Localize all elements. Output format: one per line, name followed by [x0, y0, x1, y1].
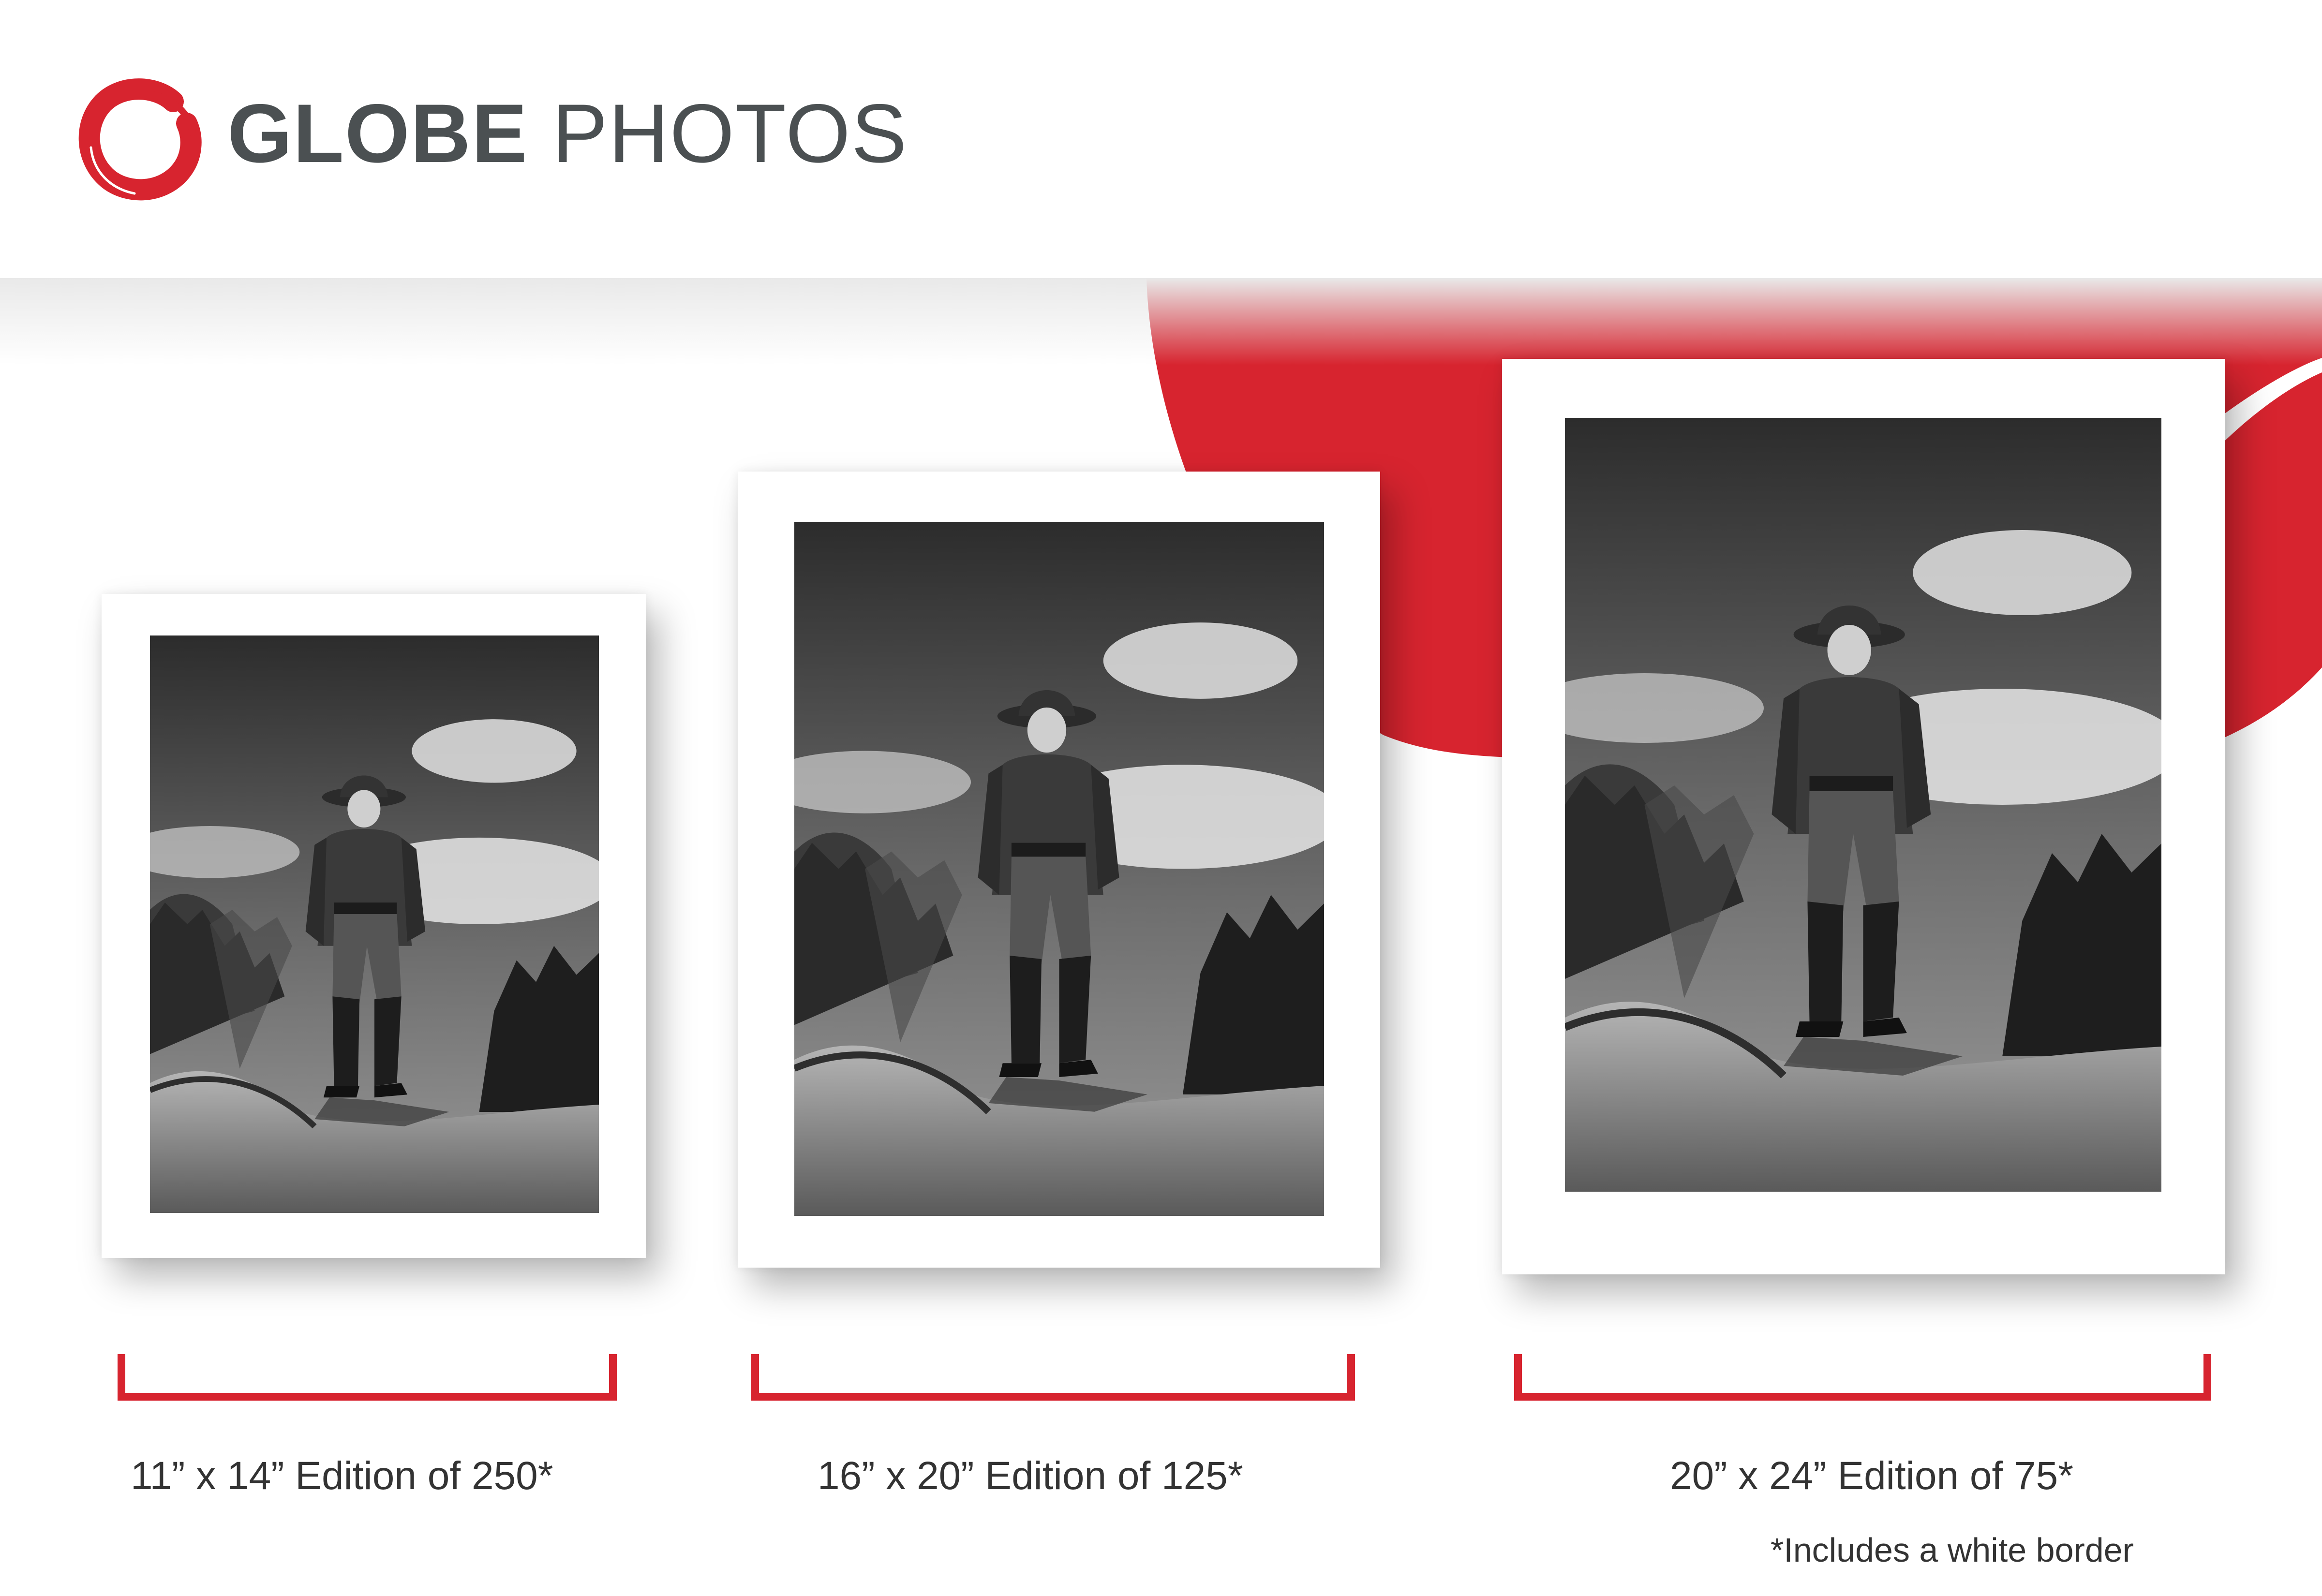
header-shadow: [0, 278, 2322, 365]
border-footnote: *Includes a white border: [1771, 1531, 2134, 1569]
print-frame-20x24: [1502, 359, 2225, 1274]
photo-cowboy-medium: [794, 522, 1324, 1216]
edition-label-20x24: 20” x 24” Edition of 75*: [1670, 1454, 2074, 1498]
print-frame-16x20: [738, 472, 1380, 1268]
edition-label-11x14: 11” x 14” Edition of 250*: [131, 1454, 553, 1498]
brand-name-bold: GLOBE: [227, 87, 528, 180]
size-bracket-16x20: [751, 1354, 1355, 1401]
header: GLOBE PHOTOS: [0, 0, 2322, 278]
brand-name-light: PHOTOS: [552, 87, 908, 180]
size-bracket-11x14: [118, 1354, 617, 1401]
brush-circle-logo-icon: [78, 78, 202, 201]
print-frame-11x14: [102, 594, 646, 1258]
photo-cowboy-small: [150, 635, 599, 1213]
size-bracket-20x24: [1514, 1354, 2211, 1401]
brand-wordmark: GLOBE PHOTOS: [227, 92, 908, 175]
photo-cowboy-large: [1565, 418, 2161, 1192]
edition-label-16x20: 16” x 20” Edition of 125*: [818, 1454, 1243, 1498]
